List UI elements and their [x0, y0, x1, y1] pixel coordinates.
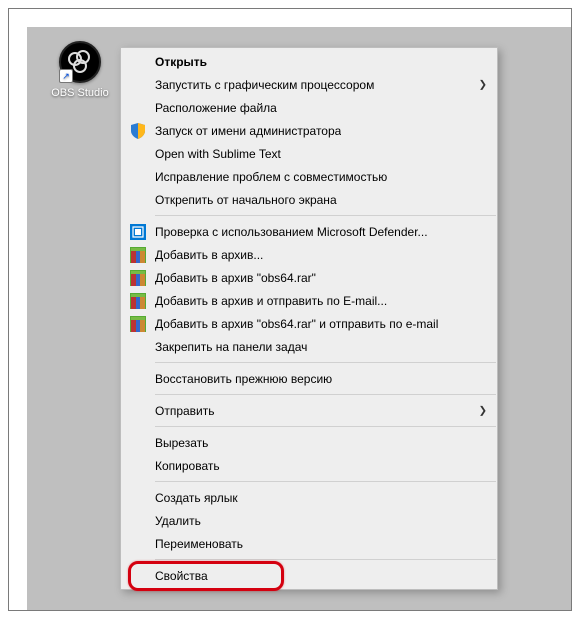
menu-item-rename[interactable]: Переименовать — [121, 532, 497, 555]
menu-item-label: Исправление проблем с совместимостью — [155, 170, 387, 184]
menu-item-label: Удалить — [155, 514, 201, 528]
menu-item-label: Добавить в архив "obs64.rar" — [155, 271, 316, 285]
menu-item-archive-email[interactable]: Добавить в архив и отправить по E-mail..… — [121, 289, 497, 312]
chevron-right-icon: ❯ — [479, 405, 487, 416]
winrar-icon — [129, 246, 147, 264]
menu-item-file-location[interactable]: Расположение файла — [121, 96, 497, 119]
context-menu: Открыть Запустить с графическим процессо… — [120, 47, 498, 590]
icon-slot — [129, 53, 147, 71]
defender-icon — [129, 223, 147, 241]
menu-item-label: Добавить в архив и отправить по E-mail..… — [155, 294, 387, 308]
menu-item-defender-scan[interactable]: Проверка с использованием Microsoft Defe… — [121, 220, 497, 243]
menu-item-label: Расположение файла — [155, 101, 277, 115]
shield-icon — [129, 122, 147, 140]
menu-item-copy[interactable]: Копировать — [121, 454, 497, 477]
menu-item-label: Добавить в архив... — [155, 248, 263, 262]
menu-item-run-as-admin[interactable]: Запуск от имени администратора — [121, 119, 497, 142]
winrar-icon — [129, 315, 147, 333]
menu-item-label: Восстановить прежнюю версию — [155, 372, 332, 386]
menu-item-restore-previous[interactable]: Восстановить прежнюю версию — [121, 367, 497, 390]
winrar-icon — [129, 292, 147, 310]
menu-item-label: Создать ярлык — [155, 491, 238, 505]
menu-item-add-to-archive[interactable]: Добавить в архив... — [121, 243, 497, 266]
menu-item-label: Вырезать — [155, 436, 208, 450]
menu-separator — [155, 426, 496, 427]
menu-separator — [155, 559, 496, 560]
menu-item-label: Свойства — [155, 569, 208, 583]
chevron-right-icon: ❯ — [479, 79, 487, 90]
menu-item-send-to[interactable]: Отправить ❯ — [121, 399, 497, 422]
menu-item-label: Запуск от имени администратора — [155, 124, 341, 138]
menu-item-delete[interactable]: Удалить — [121, 509, 497, 532]
menu-item-compat-troubleshoot[interactable]: Исправление проблем с совместимостью — [121, 165, 497, 188]
menu-item-cut[interactable]: Вырезать — [121, 431, 497, 454]
winrar-icon — [129, 269, 147, 287]
menu-item-unpin-start[interactable]: Открепить от начального экрана — [121, 188, 497, 211]
menu-item-archive-obs64-email[interactable]: Добавить в архив "obs64.rar" и отправить… — [121, 312, 497, 335]
menu-item-label: Копировать — [155, 459, 220, 473]
menu-item-label: Open with Sublime Text — [155, 147, 281, 161]
menu-item-label: Отправить — [155, 404, 215, 418]
menu-item-properties[interactable]: Свойства — [121, 564, 497, 587]
menu-item-label: Закрепить на панели задач — [155, 340, 307, 354]
menu-item-add-to-obs64-rar[interactable]: Добавить в архив "obs64.rar" — [121, 266, 497, 289]
menu-item-create-shortcut[interactable]: Создать ярлык — [121, 486, 497, 509]
desktop-icon-label: OBS Studio — [49, 87, 111, 99]
shortcut-arrow-icon: ↗ — [59, 69, 73, 83]
menu-item-label: Проверка с использованием Microsoft Defe… — [155, 225, 428, 239]
menu-separator — [155, 394, 496, 395]
menu-item-label: Открыть — [155, 55, 207, 69]
obs-studio-icon: ↗ — [59, 41, 101, 83]
menu-item-pin-taskbar[interactable]: Закрепить на панели задач — [121, 335, 497, 358]
screenshot-frame: ↗ OBS Studio Открыть Запустить с графиче… — [8, 8, 572, 611]
desktop-icon-obs-studio[interactable]: ↗ OBS Studio — [49, 41, 111, 99]
menu-separator — [155, 215, 496, 216]
menu-item-open-sublime[interactable]: Open with Sublime Text — [121, 142, 497, 165]
menu-item-open[interactable]: Открыть — [121, 50, 497, 73]
menu-separator — [155, 362, 496, 363]
menu-item-label: Запустить с графическим процессором — [155, 78, 374, 92]
desktop[interactable]: ↗ OBS Studio Открыть Запустить с графиче… — [27, 27, 571, 610]
menu-separator — [155, 481, 496, 482]
menu-item-run-with-gpu[interactable]: Запустить с графическим процессором ❯ — [121, 73, 497, 96]
menu-item-label: Открепить от начального экрана — [155, 193, 337, 207]
menu-item-label: Добавить в архив "obs64.rar" и отправить… — [155, 317, 438, 331]
menu-item-label: Переименовать — [155, 537, 243, 551]
